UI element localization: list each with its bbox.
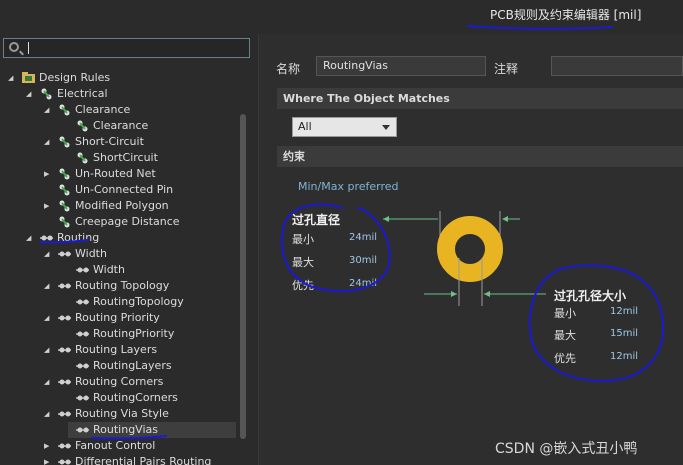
title-underline-annotation	[467, 25, 613, 30]
diameter-circle-annotation	[280, 203, 391, 293]
arrow-left-icon	[502, 216, 508, 222]
hand-annotations	[39, 25, 665, 440]
overlay-drawing	[39, 25, 665, 440]
arrow-right-icon	[451, 291, 457, 297]
arrow-left-icon	[484, 291, 490, 297]
hole-circle-annotation	[528, 264, 665, 383]
watermark: CSDN @嵌入式丑小鸭	[495, 441, 638, 457]
via-diagram	[383, 211, 546, 306]
routing-underline-annotation	[39, 239, 89, 244]
routing-vias-underline-annotation	[91, 435, 167, 440]
via-hole	[464, 243, 476, 255]
arrow-right-icon	[383, 216, 389, 222]
